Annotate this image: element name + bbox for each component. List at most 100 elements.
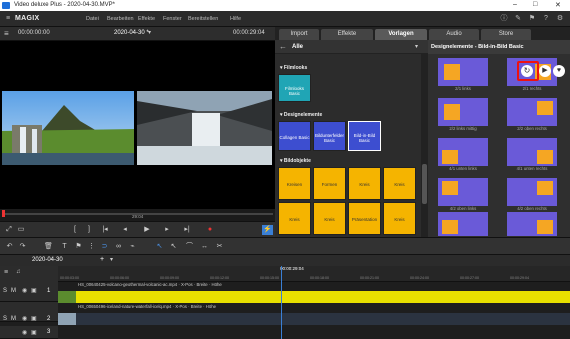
- preset-cell-2[interactable]: 2/1 rechts ↻ ▶ ♥: [499, 56, 565, 94]
- mute-button[interactable]: M: [11, 288, 16, 294]
- text-icon[interactable]: T: [60, 242, 69, 251]
- stretch-icon[interactable]: ↔: [200, 242, 209, 251]
- menu-window[interactable]: Fenster: [163, 16, 182, 22]
- mute-all-icon[interactable]: ♫: [16, 269, 21, 275]
- track-header-2[interactable]: S M ◉ ▣ 2: [0, 302, 58, 322]
- lock-icon[interactable]: ▣: [31, 315, 37, 322]
- preset-cell-8[interactable]: 4/2 oben rechts: [499, 176, 565, 214]
- cart-icon[interactable]: ⚑: [528, 15, 536, 23]
- mark-out-button[interactable]: ]: [84, 225, 94, 235]
- curve-icon[interactable]: ⌒: [185, 242, 194, 251]
- play-button[interactable]: ▶: [142, 225, 152, 235]
- preset-cell-1[interactable]: 2/1 links: [430, 56, 496, 94]
- lock-icon[interactable]: ▣: [31, 329, 37, 336]
- solo-button[interactable]: S: [3, 288, 7, 294]
- fullscreen-icon[interactable]: ⤢: [4, 225, 14, 235]
- tab-import[interactable]: Import: [279, 29, 319, 40]
- wrench-icon[interactable]: ✎: [514, 15, 522, 23]
- mute-button[interactable]: M: [11, 316, 16, 322]
- info-icon[interactable]: ⓘ: [500, 15, 508, 23]
- tile-bildobjekt-2[interactable]: Formen: [313, 167, 346, 200]
- link-icon[interactable]: ∞: [114, 242, 123, 251]
- track-header-3[interactable]: ◉ ▣ 3: [0, 326, 58, 339]
- timeline-playhead[interactable]: [281, 266, 282, 339]
- hamburger-icon[interactable]: ≡: [4, 15, 12, 23]
- menu-icon[interactable]: ≡: [4, 29, 9, 38]
- tile-bildobjekt-7[interactable]: Präsentation: [348, 202, 381, 235]
- clip-volcano[interactable]: HS_00640425-volcano-geothermal-volcanic-…: [58, 282, 570, 303]
- redo-icon[interactable]: ↷: [18, 242, 27, 251]
- preset-cell-3[interactable]: 2/2 links mittig: [430, 96, 496, 134]
- clip-waterfall[interactable]: HS_00650496-iceland-nature-waterfall-ice…: [58, 304, 570, 325]
- tile-bildobjekt-4[interactable]: Kreis: [383, 167, 416, 200]
- pointer-multi-icon[interactable]: ↖: [169, 242, 178, 251]
- eye-icon[interactable]: ◉: [22, 315, 27, 322]
- solo-button[interactable]: S: [3, 316, 7, 322]
- undo-icon[interactable]: ↶: [5, 242, 14, 251]
- magnet-icon[interactable]: ⊃: [100, 242, 109, 251]
- preset-cell-5[interactable]: 4/1 unten links: [430, 136, 496, 174]
- back-arrow-icon[interactable]: ←: [279, 42, 287, 51]
- category-dropdown[interactable]: Alle: [292, 44, 303, 50]
- playhead[interactable]: [2, 210, 5, 217]
- delete-icon[interactable]: 🗑: [44, 242, 53, 251]
- gear-icon[interactable]: ⚙: [556, 15, 564, 23]
- to-end-button[interactable]: ▸|: [182, 225, 192, 235]
- flash-icon[interactable]: ⚡: [262, 225, 273, 235]
- scissors-icon[interactable]: ✂: [215, 242, 224, 251]
- lock-icon[interactable]: ▣: [31, 287, 37, 294]
- tab-audio[interactable]: Audio: [429, 29, 479, 40]
- tile-filmlooks-basic[interactable]: Filmlooks Basic: [278, 74, 311, 102]
- preset-cell-9[interactable]: [430, 210, 496, 237]
- tile-bildobjekt-6[interactable]: Kreis: [313, 202, 346, 235]
- refresh-icon[interactable]: ↻: [521, 65, 533, 77]
- close-icon[interactable]: ✕: [555, 1, 561, 9]
- tracks-menu-icon[interactable]: ≡: [4, 269, 8, 276]
- marker-icon[interactable]: ⚑: [74, 242, 83, 251]
- eye-icon[interactable]: ◉: [22, 287, 27, 294]
- track-header-1[interactable]: S M ◉ ▣ 1: [0, 282, 58, 302]
- view-icon[interactable]: ▭: [16, 225, 26, 235]
- record-button[interactable]: ●: [205, 225, 215, 235]
- tab-effects[interactable]: Effekte: [321, 29, 373, 40]
- to-start-button[interactable]: |◂: [100, 225, 110, 235]
- tile-collagen-basic[interactable]: Collagen Basic: [278, 121, 311, 151]
- preset-cell-7[interactable]: 4/2 oben links: [430, 176, 496, 214]
- tab-templates[interactable]: Vorlagen: [375, 29, 427, 40]
- tile-bildobjekt-5[interactable]: Kreis: [278, 202, 311, 235]
- timeline-header: 2020-04-30 + ▾: [0, 255, 570, 266]
- tile-bildobjekt-1[interactable]: Kreisen: [278, 167, 311, 200]
- preset-cell-4[interactable]: 2/2 oben rechts: [499, 96, 565, 134]
- chevron-down-icon[interactable]: ▾: [415, 43, 418, 50]
- maximize-icon[interactable]: □: [533, 1, 537, 8]
- minimize-icon[interactable]: –: [513, 1, 517, 8]
- clip-label: HS_00640425-volcano-geothermal-volcanic-…: [78, 282, 222, 287]
- tile-bildunterfelder-basic[interactable]: Bildunterfelder Basic: [313, 121, 346, 151]
- eye-icon[interactable]: ◉: [22, 329, 27, 336]
- menu-publish[interactable]: Bereitstellen: [188, 16, 218, 22]
- unlink-icon[interactable]: ⌁: [128, 242, 137, 251]
- menu-effects[interactable]: Effekte: [138, 16, 155, 22]
- tile-bildobjekt-3[interactable]: Kreis: [348, 167, 381, 200]
- timeline-ruler[interactable]: 00:00:29:04 00:00:03:00 00:00:06:00 00:0…: [58, 266, 570, 282]
- chevron-down-icon[interactable]: ▾: [110, 256, 113, 263]
- preset-cell-10[interactable]: [499, 210, 565, 237]
- mark-in-button[interactable]: [: [70, 225, 80, 235]
- preset-cell-6[interactable]: 4/1 unten rechts: [499, 136, 565, 174]
- menu-help[interactable]: Hilfe: [230, 16, 241, 22]
- next-frame-button[interactable]: ▸: [162, 225, 172, 235]
- menu-file[interactable]: Datei: [86, 16, 99, 22]
- tile-pip-basic[interactable]: Bild-in-Bild Basic: [348, 121, 381, 151]
- menu-edit[interactable]: Bearbeiten: [107, 16, 134, 22]
- tab-store[interactable]: Store: [481, 29, 531, 40]
- help-icon[interactable]: ?: [542, 15, 550, 23]
- play-preview-icon[interactable]: ▶: [539, 65, 551, 77]
- favorite-icon[interactable]: ♥: [553, 65, 565, 77]
- split-icon[interactable]: ⋮: [87, 242, 96, 251]
- prev-frame-button[interactable]: ◂: [120, 225, 130, 235]
- pointer-icon[interactable]: ↖: [155, 242, 164, 251]
- tile-bildobjekt-8[interactable]: Kreis: [383, 202, 416, 235]
- chevron-down-icon[interactable]: ▾: [148, 29, 151, 36]
- browser-scrollbar[interactable]: [421, 54, 428, 237]
- add-tab-icon[interactable]: +: [100, 256, 104, 263]
